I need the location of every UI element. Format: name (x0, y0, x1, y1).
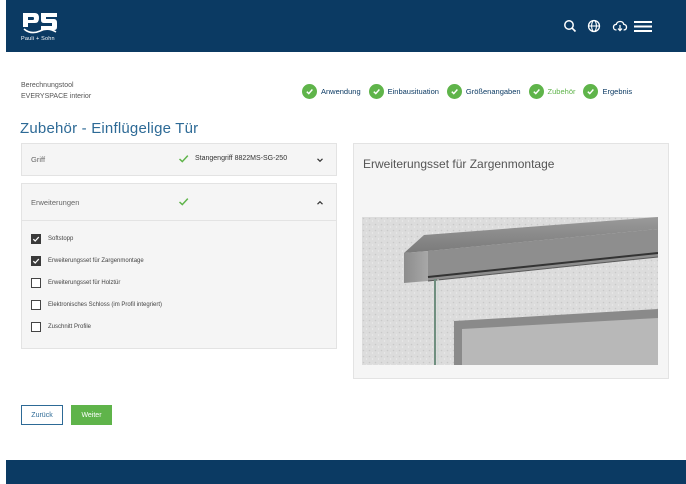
search-icon[interactable] (562, 18, 578, 34)
option-label: Elektronisches Schloss (im Profil integr… (48, 301, 163, 308)
option-label: Zuschnitt Profile (48, 323, 92, 330)
step-label: Anwendung (321, 86, 361, 96)
back-button[interactable]: Zurück (21, 405, 63, 425)
chevron-up-icon[interactable] (316, 199, 324, 207)
page-title: Zubehör - Einflügelige Tür (20, 120, 199, 137)
check-circle-icon (302, 83, 317, 99)
logo-text: Pauli + Sohn (21, 36, 55, 42)
checkbox-unchecked[interactable] (31, 321, 41, 332)
erweiterungen-label: Erweiterungen (31, 198, 80, 207)
griff-label: Griff (31, 155, 46, 164)
chevron-down-icon[interactable] (316, 156, 324, 164)
progress-steps: Anwendung Einbausituation Größenangaben … (302, 82, 632, 100)
product-image (362, 217, 658, 365)
step-groessenangaben[interactable]: Größenangaben (446, 83, 521, 99)
check-icon (178, 196, 189, 207)
cloud-download-icon[interactable] (612, 18, 628, 34)
option-holztuer[interactable]: Erweiterungsset für Holztür (31, 277, 120, 288)
check-circle-icon (528, 83, 544, 99)
breadcrumb-product: EVERYSPACE interior (21, 93, 92, 100)
step-ergebnis[interactable]: Ergebnis (583, 83, 633, 99)
step-label: Einbausituation (387, 86, 439, 96)
step-anwendung[interactable]: Anwendung (302, 83, 361, 99)
step-zubehoer[interactable]: Zubehör (528, 83, 576, 99)
divider (21, 220, 337, 221)
option-elektronisches-schloss[interactable]: Elektronisches Schloss (im Profil integr… (31, 299, 162, 310)
option-zuschnitt-profile[interactable]: Zuschnitt Profile (31, 321, 91, 332)
checkbox-unchecked[interactable] (31, 277, 41, 288)
hamburger-menu-icon[interactable] (633, 18, 653, 34)
option-zargenmontage[interactable]: Erweiterungsset für Zargenmontage (31, 255, 144, 266)
step-label: Ergebnis (602, 86, 633, 96)
option-softstopp[interactable]: Softstopp (31, 233, 73, 244)
step-label: Zubehör (547, 86, 576, 96)
griff-value: Stangengriff 8822MS-SG-250 (195, 155, 288, 162)
check-circle-icon (583, 83, 599, 99)
checkbox-checked[interactable] (31, 255, 41, 266)
check-circle-icon (446, 83, 462, 99)
next-button[interactable]: Weiter (71, 405, 112, 425)
option-label: Erweiterungsset für Holztür (48, 279, 121, 286)
top-header: Pauli + Sohn (6, 0, 686, 52)
breadcrumb-tool: Berechnungstool (21, 82, 74, 89)
check-circle-icon (368, 83, 384, 99)
check-icon (178, 153, 189, 164)
option-label: Erweiterungsset für Zargenmontage (48, 257, 144, 264)
step-label: Größenangaben (465, 86, 521, 96)
option-label: Softstopp (48, 235, 74, 242)
preview-title: Erweiterungsset für Zargenmontage (363, 157, 555, 171)
globe-icon[interactable] (586, 18, 602, 34)
checkbox-unchecked[interactable] (31, 299, 41, 310)
footer-bar (6, 460, 686, 484)
step-einbausituation[interactable]: Einbausituation (368, 83, 439, 99)
checkbox-checked[interactable] (31, 233, 41, 244)
